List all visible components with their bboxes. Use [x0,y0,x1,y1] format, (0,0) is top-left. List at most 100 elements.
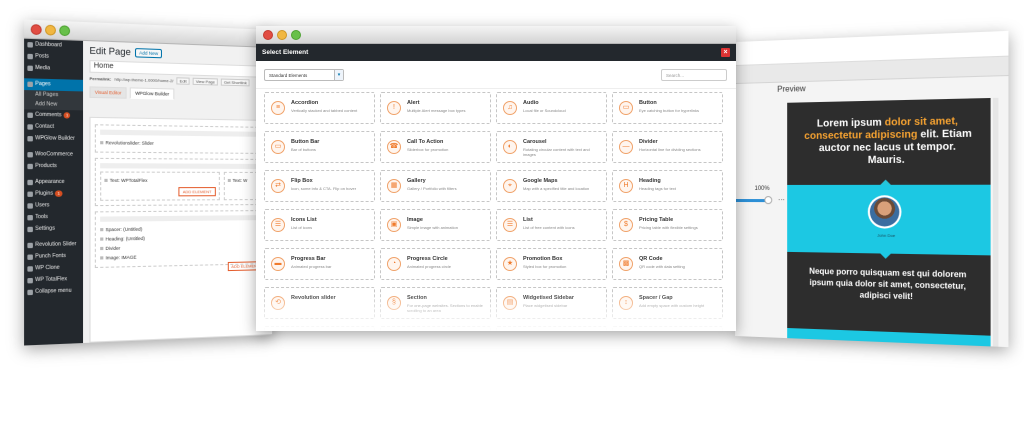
minimize-window-button[interactable] [45,24,56,36]
element-title: Revolution slider [291,295,336,301]
element-card[interactable]: ▦ Gallery Gallery / Portfolio with filters [380,170,491,202]
zoom-slider-handle[interactable] [764,196,773,205]
sidebar-item-label: Collapse menu [35,287,72,295]
builder-column[interactable]: Text: WPTotalFlex ADD ELEMENT [100,171,220,201]
sidebar-item[interactable]: Media [24,62,83,75]
element-icon: ⇄ [271,179,285,193]
element-card[interactable]: ⇄ Flip Box Icon, some info & CTA. Flip on … [264,170,375,202]
element-card[interactable]: ▦Table [380,326,491,331]
element-card[interactable]: ♫ Audio Local file or Soundcloud [496,92,607,124]
sidebar-item[interactable]: Collapse menu [24,285,83,298]
section-arrow [880,253,891,259]
search-input[interactable]: Search... [661,69,727,81]
sidebar-item[interactable]: Products [24,161,83,173]
add-element-button[interactable]: ADD ELEMENT [178,187,216,197]
maximize-window-button[interactable] [59,25,71,37]
close-window-button[interactable] [263,30,273,40]
element-card[interactable]: ★ Promotion Box Styled box for promotion [496,248,607,280]
sidebar-item-label: Revolution Slider [35,241,77,249]
screenshot-stage: Dashboard Posts Media Pages All Pages Add New… [0,0,1024,428]
element-card[interactable]: ⟲ Revolution slider [264,287,375,319]
footer-band [787,327,991,347]
minimize-window-button[interactable] [277,30,287,40]
element-card[interactable]: ⌖ Google Maps Map with a specified title a… [496,170,607,202]
menu-icon [27,191,33,197]
element-icon: ⌖ [503,179,517,193]
element-card[interactable]: ▤ Widgetised Sidebar Place widgetised side… [496,287,607,319]
element-card[interactable]: ▭ Button Bar Bar of buttons [264,131,375,163]
get-shortlink-button[interactable]: Get Shortlink [220,78,250,87]
page-title: Edit Page [89,45,131,58]
view-page-button[interactable]: View Page [192,77,218,86]
element-card[interactable]: ☰ List List of free content with icons [496,209,607,241]
builder-element[interactable]: Revolutionslider: Slider [100,138,263,149]
element-card[interactable]: ☎ Call To Action Sliderbox for promotion [380,131,491,163]
element-description: Place widgetised sidebar [523,303,568,308]
window-titlebar [256,26,736,44]
tab-wpglow-builder[interactable]: WPGlow Builder [129,87,175,100]
element-card[interactable]: ▭Tab [264,326,375,331]
preview-window: Preview 100% ⋮ Lorem ipsum dolor sit ame… [735,30,1009,348]
element-card[interactable]: ! Alert Multiple Alert message box types [380,92,491,124]
modal-toolbar: Standard Elements ▾ Search... [256,61,736,89]
element-icon: § [387,296,401,310]
element-title: Progress Bar [291,256,326,262]
menu-icon [27,277,33,284]
element-card[interactable]: ❝Testimonial [496,326,607,331]
builder-row[interactable]: Text: WPTotalFlex ADD ELEMENT Text: W [94,157,269,207]
close-icon[interactable]: × [721,48,730,57]
maximize-window-button[interactable] [291,30,301,40]
builder-element[interactable]: Text: WPTotalFlex [104,176,215,185]
sidebar-item-label: Tools [35,213,48,221]
zoom-readout: 100% [754,185,770,193]
add-new-button[interactable]: Add New [135,47,163,58]
sidebar-item[interactable]: Contact [24,121,83,134]
menu-icon [27,65,33,72]
close-window-button[interactable] [30,24,42,36]
sidebar-item[interactable]: WPGlow Builder [24,133,83,145]
permalink-label: Permalink: [89,75,112,82]
sidebar-item[interactable]: Tools [24,211,83,223]
element-card[interactable]: ☰ Icons List List of icons [264,209,375,241]
category-select[interactable]: Standard Elements ▾ [264,69,344,81]
sidebar-item[interactable]: Settings [24,223,83,235]
permalink-edit-button[interactable]: Edit [176,77,190,85]
element-card[interactable]: ▭ Button Eye catching button for hyperlink… [612,92,723,124]
sidebar-item-label: Settings [35,225,55,233]
element-icon: ☰ [503,218,517,232]
drag-handle-icon[interactable]: ⋮ [776,196,784,203]
element-card[interactable]: ≡ Accordion Vertically stacked and tabbed … [264,92,375,124]
element-card[interactable]: TText [612,326,723,331]
person-name: John Doe [877,232,896,239]
sidebar-item[interactable]: Comments 1 [24,109,83,122]
permalink-url[interactable]: http://wp.theme-1.0000/home-2/ [114,77,173,84]
sidebar-item[interactable]: WooCommerce [24,149,83,161]
builder-element[interactable]: Text: W [227,176,259,185]
element-card[interactable]: H Heading Heading tags for text [612,170,723,202]
tab-visual-editor[interactable]: Visual Editor [89,86,127,99]
preview-scrollbar[interactable] [992,97,999,347]
element-icon: $ [619,218,633,232]
element-description: Eye catching button for hyperlinks [639,108,700,113]
sidebar-item-label: Users [35,202,50,209]
menu-icon [27,254,33,260]
element-card[interactable]: $ Pricing Table Pricing table with flexibl… [612,209,723,241]
sidebar-item-label: WP TotalFlex [35,276,68,284]
element-card[interactable]: ▬ Progress Bar Animated progress bar [264,248,375,280]
element-card[interactable]: ▩ QR Code QR code with data setting [612,248,723,280]
element-card[interactable]: — Divider Horizontal line for dividing sec… [612,131,723,163]
sidebar-item[interactable]: Users [24,200,83,212]
sidebar-item[interactable]: Plugins 1 [24,188,83,200]
select-element-window: Select Element × Standard Elements ▾ Sea… [256,26,736,331]
sidebar-item[interactable]: Appearance [24,177,83,189]
element-card[interactable]: ◐ Carousel Rotating circular content with … [496,131,607,163]
element-card[interactable]: ▣ Image Simple image with animation [380,209,491,241]
element-card[interactable]: ◔ Progress Circle Animated progress circle [380,248,491,280]
menu-icon [27,81,33,88]
element-card[interactable]: § Section For one-page websites. Sections … [380,287,491,319]
sidebar-item-label: WPGlow Builder [35,135,75,142]
builder-row[interactable]: Revolutionslider: Slider [94,124,269,154]
builder-row[interactable]: Spacer: (Untitled) Heading: (Untitled) D… [94,210,269,272]
element-card[interactable]: ↕ Spacer / Gap Add empty space with custom… [612,287,723,319]
zoom-slider-track[interactable] [735,199,769,203]
